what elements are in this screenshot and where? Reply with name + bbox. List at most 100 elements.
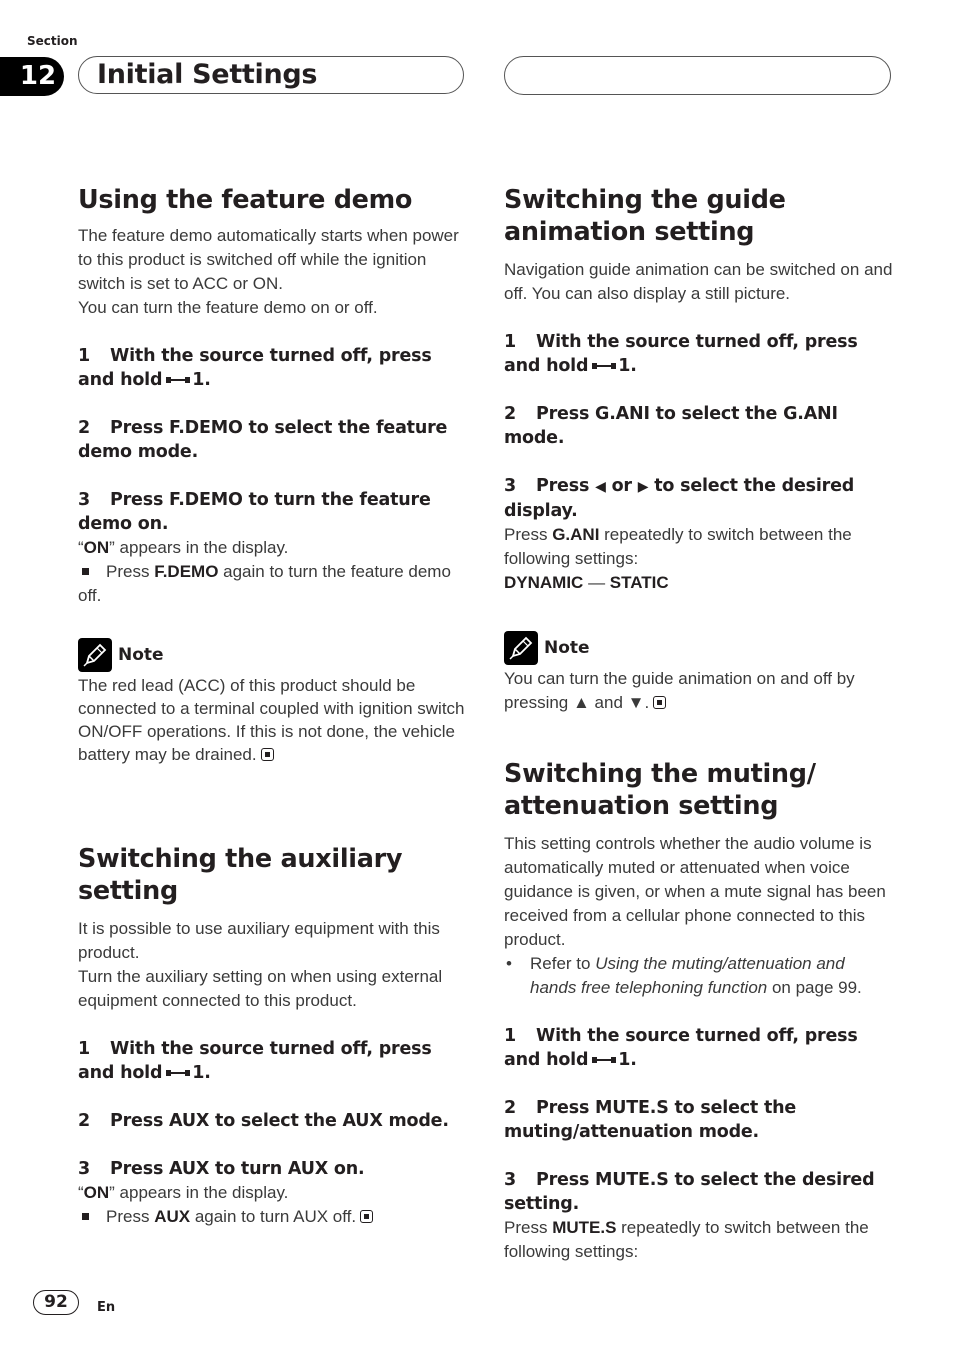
square-bullet-icon xyxy=(82,1213,89,1221)
setting-static: STATIC xyxy=(609,573,669,592)
step-number: 1 xyxy=(504,332,516,352)
muting-step-1: 1 With the source turned off, press and h… xyxy=(504,1024,894,1072)
end-mark-icon xyxy=(360,1210,374,1223)
on-word: ON xyxy=(83,1183,110,1202)
f-demo-key: F.DEMO xyxy=(154,562,219,581)
step-text: Press xyxy=(536,476,590,496)
step-text: Press AUX to select the AUX mode. xyxy=(110,1111,449,1131)
step-text: Press F.DEMO to select the feature demo … xyxy=(78,418,448,462)
guide-animation-note-text: You can turn the guide animation on and … xyxy=(504,667,894,715)
note-pencil-icon xyxy=(78,638,112,672)
step-number: 2 xyxy=(504,1098,516,1118)
step-number: 3 xyxy=(504,1170,516,1190)
step-text: With the source turned off, press and ho… xyxy=(504,332,858,376)
ref-post: on page 99. xyxy=(767,978,862,997)
off-post: again to turn AUX off. xyxy=(190,1207,357,1226)
muting-heading: Switching the muting/ attenuation settin… xyxy=(504,759,816,821)
guide-animation-intro: Navigation guide animation can be switch… xyxy=(504,260,893,303)
aux-on-display-text: “ON” appears in the display. xyxy=(78,1181,468,1205)
auxiliary-heading: Switching the auxiliary setting xyxy=(78,844,403,906)
on-rest: ” appears in the display. xyxy=(109,1183,289,1202)
guide-animation-section: Switching the guide animation setting Na… xyxy=(504,184,894,715)
guide-animation-press-text: Press G.ANI repeatedly to switch between… xyxy=(504,523,894,571)
g-ani-key: G.ANI xyxy=(552,525,600,544)
step-text: Press MUTE.S to select the muting/attenu… xyxy=(504,1098,797,1142)
setting-separator: — xyxy=(583,573,610,592)
step-text: With the source turned off, press and ho… xyxy=(78,346,432,390)
press-pre: Press xyxy=(504,1218,553,1237)
step-text: With the source turned off, press and ho… xyxy=(504,1026,858,1070)
section-number-badge: 12 xyxy=(0,57,64,96)
auxiliary-step-2: 2 Press AUX to select the AUX mode. xyxy=(78,1109,468,1133)
on-display-text: “ON” appears in the display. xyxy=(78,536,468,560)
note-and: and xyxy=(589,693,628,712)
aux-off-text: Press AUX again to turn AUX off. xyxy=(78,1205,468,1229)
auxiliary-intro-2: Turn the auxiliary setting on when using… xyxy=(78,967,443,1010)
feature-demo-section: Using the feature demo The feature demo … xyxy=(78,184,468,766)
note-label: Note xyxy=(544,638,590,658)
muting-section: Switching the muting/ attenuation settin… xyxy=(504,758,894,1264)
step-number: 1 xyxy=(504,1026,516,1046)
empty-title-frame xyxy=(504,56,891,95)
muting-intro: This setting controls whether the audio … xyxy=(504,834,886,949)
feature-demo-intro: The feature demo automatically starts wh… xyxy=(78,226,459,293)
auxiliary-intro: It is possible to use auxiliary equipmen… xyxy=(78,919,440,962)
feature-demo-step-3: 3 Press F.DEMO to turn the feature demo o… xyxy=(78,488,468,536)
feature-demo-step-2: 2 Press F.DEMO to select the feature demo… xyxy=(78,416,468,464)
step-text: Press AUX to turn AUX on. xyxy=(110,1159,365,1179)
section-number: 12 xyxy=(19,61,57,91)
step-text: Press G.ANI to select the G.ANI mode. xyxy=(504,404,838,448)
step-number: 2 xyxy=(78,1111,90,1131)
step-text-end: 1. xyxy=(192,370,211,390)
note-end: . xyxy=(644,693,650,712)
down-arrow-icon: ▼ xyxy=(627,693,645,712)
step-text-end: 1. xyxy=(618,356,637,376)
note-label: Note xyxy=(118,645,164,665)
band-key-icon xyxy=(166,376,191,384)
muting-press-text: Press MUTE.S repeatedly to switch betwee… xyxy=(504,1216,894,1264)
guide-animation-step-2: 2 Press G.ANI to select the G.ANI mode. xyxy=(504,402,894,450)
left-arrow-icon: ◀ xyxy=(595,479,606,495)
step-text: Press MUTE.S to select the desired setti… xyxy=(504,1170,875,1214)
guide-animation-settings: DYNAMIC — STATIC xyxy=(504,571,894,595)
press-pre: Press xyxy=(504,525,553,544)
feature-demo-step-1: 1 With the source turned off, press and h… xyxy=(78,344,468,392)
step-text: Press F.DEMO to turn the feature demo on… xyxy=(78,490,431,534)
muting-reference: • Refer to Using the muting/attenuation … xyxy=(504,952,894,1000)
page-number: 92 xyxy=(33,1290,79,1315)
guide-animation-heading: Switching the guide animation setting xyxy=(504,185,786,247)
language-label: En xyxy=(97,1300,116,1315)
ref-pre: Refer to xyxy=(530,954,596,973)
step-text-end: 1. xyxy=(192,1063,211,1083)
end-mark-icon xyxy=(260,748,274,761)
note-header: Note xyxy=(78,638,468,672)
muting-step-3: 3 Press MUTE.S to select the desired sett… xyxy=(504,1168,894,1216)
auxiliary-step-1: 1 With the source turned off, press and h… xyxy=(78,1037,468,1085)
feature-demo-heading: Using the feature demo xyxy=(78,185,413,215)
feature-demo-intro-2: You can turn the feature demo on or off. xyxy=(78,298,378,317)
setting-dynamic: DYNAMIC xyxy=(504,573,584,592)
auxiliary-step-3: 3 Press AUX to turn AUX on. xyxy=(78,1157,468,1181)
step-number: 2 xyxy=(504,404,516,424)
mute-s-key: MUTE.S xyxy=(552,1218,617,1237)
band-key-icon xyxy=(592,1056,617,1064)
right-arrow-icon: ▶ xyxy=(637,479,649,495)
guide-animation-step-1: 1 With the source turned off, press and h… xyxy=(504,330,894,378)
step-number: 3 xyxy=(504,476,516,496)
on-rest: ” appears in the display. xyxy=(109,538,289,557)
band-key-icon xyxy=(592,362,617,370)
step-number: 1 xyxy=(78,1039,90,1059)
feature-demo-off-text: Press F.DEMO again to turn the feature d… xyxy=(78,560,468,608)
guide-animation-step-3: 3 Press ◀ or ▶ to select the desired disp… xyxy=(504,474,894,523)
step-text-end: 1. xyxy=(618,1050,637,1070)
step-number: 1 xyxy=(78,346,90,366)
muting-step-2: 2 Press MUTE.S to select the muting/atten… xyxy=(504,1096,894,1144)
step-number: 2 xyxy=(78,418,90,438)
note-header: Note xyxy=(504,631,894,665)
on-word: ON xyxy=(83,538,110,557)
or-text: or xyxy=(611,476,632,496)
off-pre: Press xyxy=(106,1207,155,1226)
auxiliary-section: Switching the auxiliary setting It is po… xyxy=(78,843,468,1229)
step-number: 3 xyxy=(78,490,90,510)
square-bullet-icon xyxy=(82,568,89,576)
